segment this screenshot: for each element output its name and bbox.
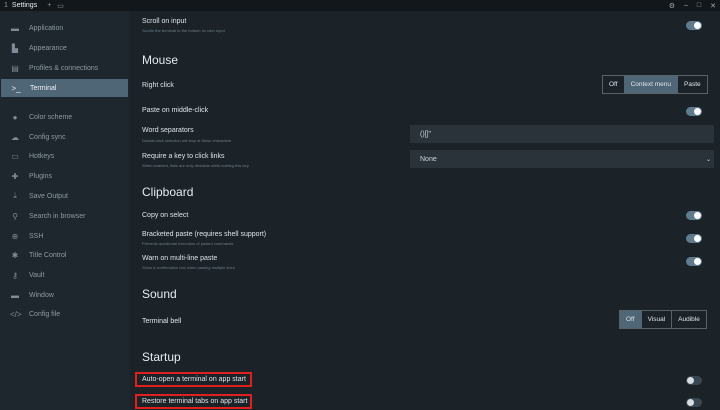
tab-number: 1 xyxy=(4,2,8,9)
sidebar-item-label: Vault xyxy=(29,271,45,279)
settings-content: Scroll on input Scrolls the terminal to … xyxy=(130,11,720,410)
mouse-section-title: Mouse xyxy=(142,53,179,67)
paste-middle-click-toggle[interactable] xyxy=(686,107,702,116)
right-click-label: Right click xyxy=(142,82,174,89)
sidebar-item-appearance[interactable]: ▙ Appearance xyxy=(0,39,128,57)
tab-settings[interactable]: 1 Settings xyxy=(0,0,41,11)
sidebar-item-search-browser[interactable]: ⚲ Search in browser xyxy=(0,207,128,225)
sidebar-item-label: Save Output xyxy=(29,192,68,200)
palette-icon: ● xyxy=(12,112,18,122)
sidebar-item-application[interactable]: ▬ Application xyxy=(0,19,128,37)
bracketed-paste-toggle[interactable] xyxy=(686,234,702,243)
sidebar-item-save-output[interactable]: ⤓ Save Output xyxy=(0,187,128,205)
warn-multiline-description: Show a confirmation box when pasting mul… xyxy=(142,265,235,270)
word-separators-description: Double-click selection will stop at thes… xyxy=(142,138,232,143)
terminal-bell-selector: Off Visual Audible xyxy=(619,310,707,329)
require-key-description: When enabled, links are only clickable w… xyxy=(142,163,249,168)
code-icon: </> xyxy=(10,309,22,319)
auto-open-toggle[interactable] xyxy=(686,376,702,385)
maximize-button[interactable]: □ xyxy=(697,2,701,9)
scroll-on-input-description: Scrolls the terminal to the bottom on us… xyxy=(142,28,225,33)
paint-icon: ▙ xyxy=(11,43,19,53)
keyboard-icon: ▭ xyxy=(11,151,19,161)
cloud-icon: ☁ xyxy=(11,132,19,142)
bell-audible[interactable]: Audible xyxy=(672,311,706,328)
sidebar-item-label: Config sync xyxy=(29,133,66,141)
sidebar: ▬ Application ▙ Appearance ▤ Profiles & con… xyxy=(0,11,130,410)
puzzle-icon: ✚ xyxy=(11,171,19,181)
right-click-off[interactable]: Off xyxy=(603,76,625,93)
auto-open-label: Auto-open a terminal on app start xyxy=(142,376,246,383)
sidebar-item-label: Color scheme xyxy=(29,113,73,121)
word-separators-input[interactable]: ()[]" xyxy=(410,125,714,143)
scroll-on-input-label: Scroll on input xyxy=(142,18,187,25)
sidebar-item-vault[interactable]: ⚷ Vault xyxy=(0,266,128,284)
download-icon: ⤓ xyxy=(13,191,17,200)
sidebar-item-config-sync[interactable]: ☁ Config sync xyxy=(0,128,128,146)
sidebar-item-hotkeys[interactable]: ▭ Hotkeys xyxy=(0,147,128,165)
copy-on-select-toggle[interactable] xyxy=(686,211,702,220)
warn-multiline-label: Warn on multi-line paste xyxy=(142,255,218,262)
list-icon: ▤ xyxy=(11,63,19,73)
paste-middle-click-label: Paste on middle-click xyxy=(142,107,209,114)
tab-title: Settings xyxy=(11,2,38,9)
sidebar-item-label: SSH xyxy=(29,232,44,240)
require-key-value: None xyxy=(420,155,437,163)
chevron-down-icon: ⌄ xyxy=(705,156,711,163)
terminal-icon: >_ xyxy=(11,83,21,93)
bell-visual[interactable]: Visual xyxy=(642,311,673,328)
sidebar-item-label: Profiles & connections xyxy=(29,64,99,72)
close-button[interactable]: ✕ xyxy=(710,2,716,10)
clipboard-section-title: Clipboard xyxy=(142,185,194,199)
sidebar-item-label: Title Control xyxy=(29,251,67,259)
right-click-paste[interactable]: Paste xyxy=(678,76,707,93)
sidebar-item-title-control[interactable]: ✱ Title Control xyxy=(0,246,128,264)
word-separators-label: Word separators xyxy=(142,127,194,134)
sidebar-item-config-file[interactable]: </> Config file xyxy=(0,305,128,323)
sidebar-item-label: Application xyxy=(29,24,64,32)
tabs-overview-icon[interactable]: ▭ xyxy=(57,2,64,10)
title-bar: 1 Settings + ▭ ⚙ – □ ✕ xyxy=(0,0,720,11)
right-click-context-menu[interactable]: Context menu xyxy=(624,76,679,93)
sidebar-item-color-scheme[interactable]: ● Color scheme xyxy=(0,108,128,126)
right-click-selector: Off Context menu Paste xyxy=(602,75,708,94)
new-tab-icon[interactable]: + xyxy=(47,2,51,9)
search-icon: ⚲ xyxy=(12,211,18,221)
sidebar-item-profiles[interactable]: ▤ Profiles & connections xyxy=(0,59,128,77)
minimize-button[interactable]: – xyxy=(684,2,688,9)
sound-section-title: Sound xyxy=(142,287,177,301)
copy-on-select-label: Copy on select xyxy=(142,212,189,219)
gear-icon[interactable]: ⚙ xyxy=(669,2,675,10)
bracketed-paste-label: Bracketed paste (requires shell support) xyxy=(142,231,267,238)
sidebar-item-plugins[interactable]: ✚ Plugins xyxy=(0,167,128,185)
restore-tabs-toggle[interactable] xyxy=(686,398,702,407)
bell-off[interactable]: Off xyxy=(620,311,642,328)
sidebar-item-label: Plugins xyxy=(29,172,52,180)
sidebar-item-label: Appearance xyxy=(29,44,67,52)
sidebar-item-label: Config file xyxy=(29,310,61,318)
warn-multiline-toggle[interactable] xyxy=(686,257,702,266)
startup-section-title: Startup xyxy=(142,350,181,364)
key-icon: ⚷ xyxy=(12,270,18,280)
sidebar-item-label: Search in browser xyxy=(29,212,86,220)
sidebar-item-label: Window xyxy=(29,291,54,299)
require-key-label: Require a key to click links xyxy=(142,153,225,160)
terminal-bell-label: Terminal bell xyxy=(142,318,182,325)
require-key-select[interactable]: None ⌄ xyxy=(410,150,714,168)
scroll-on-input-toggle[interactable] xyxy=(686,21,702,30)
sidebar-item-ssh[interactable]: ⊕ SSH xyxy=(0,227,128,245)
bracketed-paste-description: Prevents accidental execution of pasted … xyxy=(142,241,234,246)
sidebar-item-window[interactable]: ▬ Window xyxy=(0,286,128,304)
sidebar-item-terminal[interactable]: >_ Terminal xyxy=(1,79,128,97)
globe-icon: ⊕ xyxy=(11,231,19,241)
restore-tabs-label: Restore terminal tabs on app start xyxy=(142,398,248,405)
window-icon: ▬ xyxy=(11,290,19,300)
window-icon: ▬ xyxy=(11,23,19,33)
flag-icon: ✱ xyxy=(11,250,19,260)
sidebar-item-label: Terminal xyxy=(30,84,57,92)
sidebar-item-label: Hotkeys xyxy=(29,152,55,160)
